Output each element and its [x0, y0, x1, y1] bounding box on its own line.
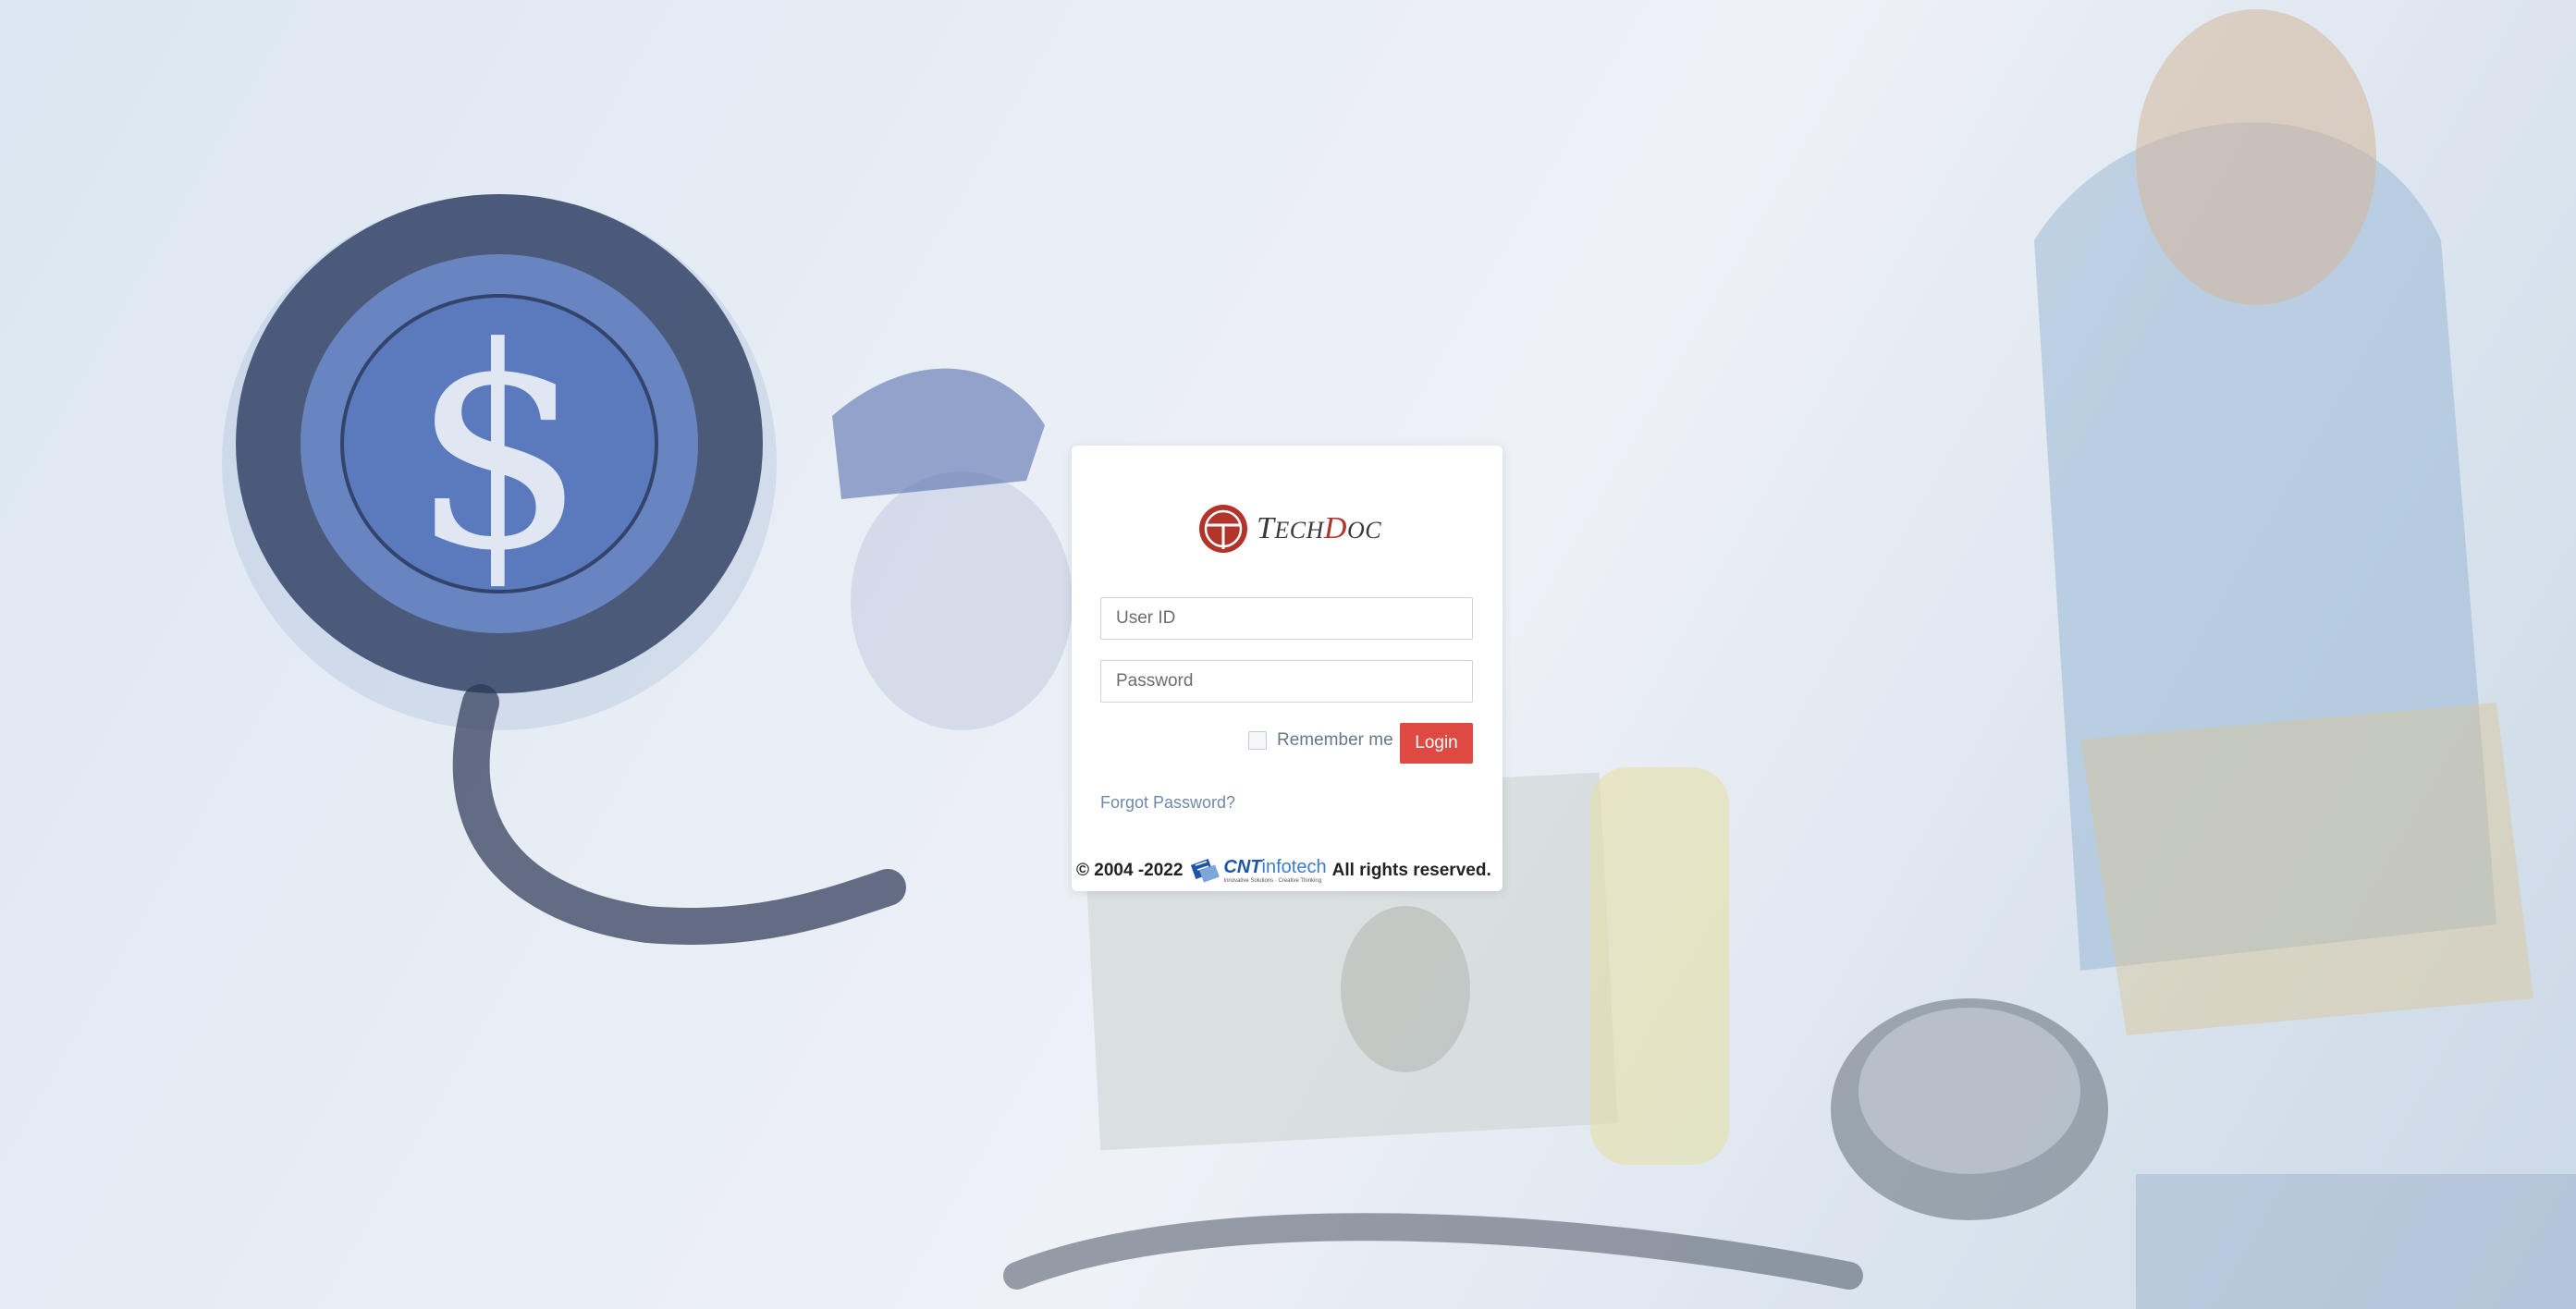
footer: © 2004 -2022 CNTinfotech Innovative Solu…: [1076, 856, 1498, 886]
cntinfotech-logo: CNTinfotech Innovative Solutions · Creat…: [1190, 856, 1327, 886]
remember-me-toggle[interactable]: Remember me: [1248, 730, 1393, 751]
techdoc-logo-icon: [1199, 505, 1247, 553]
logo-letters-oc: OC: [1346, 517, 1382, 544]
rights-text: All rights reserved.: [1331, 861, 1491, 880]
infotech-text: infotech: [1261, 857, 1327, 877]
cnt-bold-text: CNT: [1223, 857, 1262, 877]
login-card: TECHDOC Remember me Login Forgot Passwor…: [1072, 446, 1503, 891]
remember-me-label: Remember me: [1277, 730, 1393, 750]
forgot-password-link[interactable]: Forgot Password?: [1100, 793, 1235, 813]
password-input[interactable]: [1100, 660, 1473, 703]
remember-me-checkbox[interactable]: [1248, 731, 1267, 750]
cntinfotech-logo-icon: [1191, 859, 1221, 883]
login-button[interactable]: Login: [1400, 723, 1473, 764]
cntinfotech-name: CNTinfotech: [1223, 858, 1326, 876]
cntinfotech-logo-text: CNTinfotech Innovative Solutions · Creat…: [1223, 858, 1326, 884]
user-id-input[interactable]: [1100, 597, 1473, 640]
copyright-text: © 2004 -2022: [1076, 861, 1184, 880]
logo-letter-t: T: [1257, 511, 1275, 545]
techdoc-logo-text: TECHDOC: [1257, 511, 1381, 546]
cntinfotech-tagline: Innovative Solutions · Creative Thinking: [1223, 878, 1322, 884]
dollar-sign-decoration: $: [411, 288, 588, 611]
logo-letters-ech: ECH: [1274, 517, 1324, 544]
logo-letter-d: D: [1323, 511, 1347, 545]
techdoc-logo: TECHDOC: [1197, 503, 1381, 555]
